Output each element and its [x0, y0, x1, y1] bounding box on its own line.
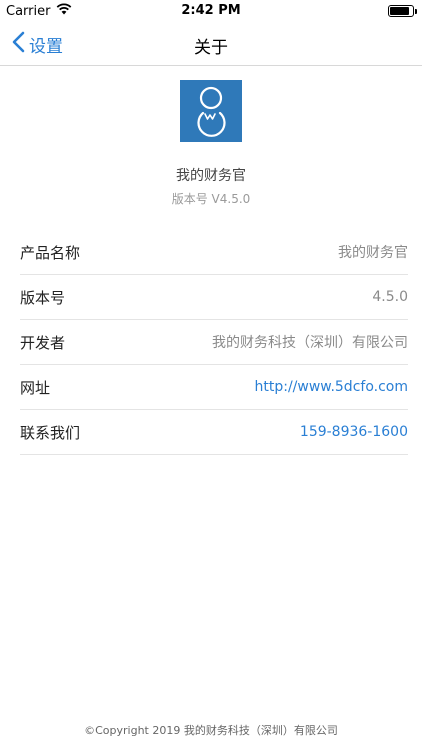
product-name-value: 我的财务官: [338, 245, 408, 261]
info-row-version: 版本号 4.5.0: [20, 275, 408, 320]
status-time: 2:42 PM: [181, 3, 241, 18]
copyright-footer: ©Copyright 2019 我的财务科技（深圳）有限公司: [84, 724, 338, 737]
page-title: 关于: [194, 38, 228, 58]
app-version: 版本号 V4.5.0: [171, 192, 251, 206]
info-list: 产品名称 我的财务官 版本号 4.5.0 开发者 我的财务科技（深圳）有限公司 …: [20, 230, 408, 455]
info-row-product-name: 产品名称 我的财务官: [20, 230, 408, 275]
status-bar: Carrier 2:42 PM: [0, 0, 422, 22]
website-label: 网址: [20, 378, 51, 397]
navigation-bar: 设置 关于: [0, 22, 422, 66]
info-row-website: 网址 http://www.5dcfo.com: [20, 365, 408, 410]
developer-value: 我的财务科技（深圳）有限公司: [212, 335, 408, 351]
info-row-contact: 联系我们 159-8936-1600: [20, 410, 408, 455]
version-value: 4.5.0: [372, 289, 408, 305]
developer-label: 开发者: [20, 333, 66, 352]
battery-icon: [388, 5, 417, 17]
product-name-label: 产品名称: [20, 243, 81, 262]
app-logo-icon: [180, 80, 242, 142]
version-label: 版本号: [20, 288, 66, 307]
contact-phone-link[interactable]: 159-8936-1600: [300, 424, 408, 440]
battery-level: [390, 7, 409, 15]
app-name: 我的财务官: [176, 168, 246, 184]
info-row-developer: 开发者 我的财务科技（深圳）有限公司: [20, 320, 408, 365]
website-link[interactable]: http://www.5dcfo.com: [255, 379, 409, 395]
contact-label: 联系我们: [20, 423, 81, 442]
battery-cap: [415, 9, 417, 14]
